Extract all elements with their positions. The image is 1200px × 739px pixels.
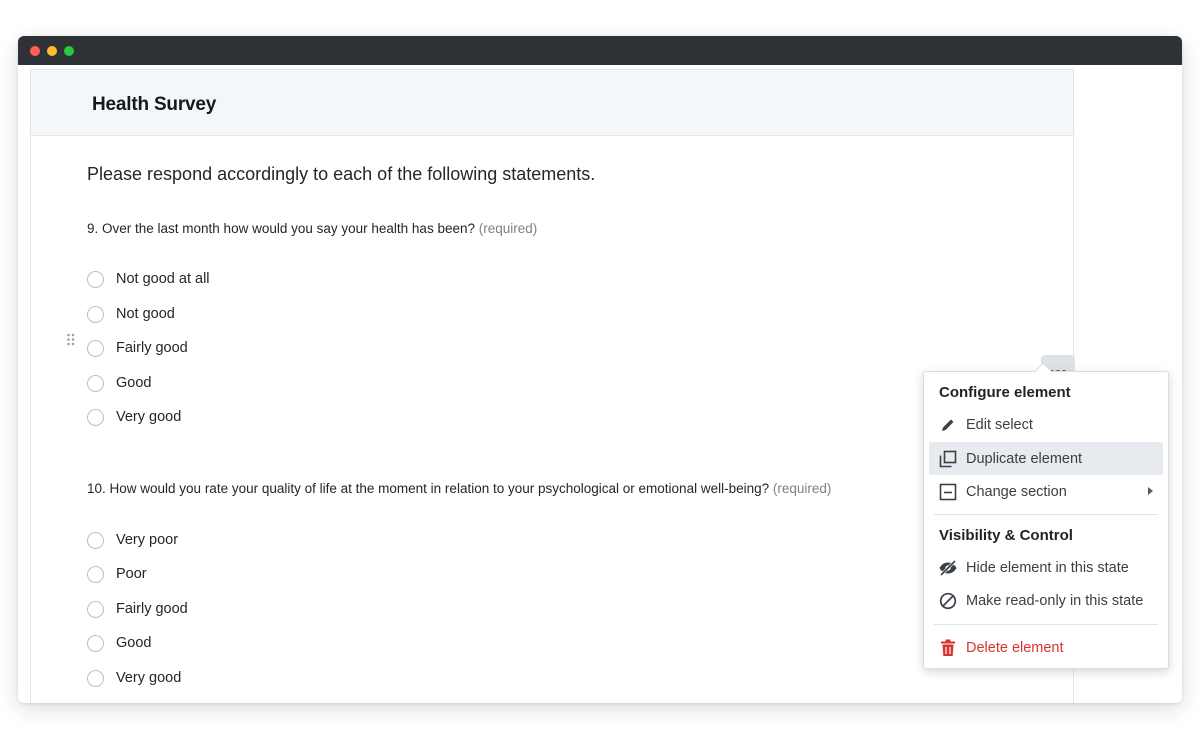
radio-option[interactable]: Fairly good [87,338,188,358]
radio-button[interactable] [87,408,104,426]
drag-handle-icon[interactable] [66,332,76,350]
option-label: Good [116,375,152,391]
menu-item-label: Change section [966,483,1067,500]
form-header: Health Survey [31,70,1073,136]
pencil-icon [938,415,958,435]
radio-option[interactable]: Not good [87,304,175,324]
section-icon [938,482,958,502]
option-label: Very good [116,670,182,686]
radio-button[interactable] [87,634,104,652]
required-indicator: (required) [772,481,832,496]
option-label: Fairly good [116,601,188,617]
radio-button[interactable] [87,270,104,288]
radio-button[interactable] [87,305,104,323]
menu-item-hide-element[interactable]: Hide element in this state [929,551,1163,584]
menu-heading-configure: Configure element [939,384,1071,401]
question-text: 10. How would you rate your quality of l… [87,481,770,496]
option-label: Good [116,635,152,651]
chevron-right-icon [1148,487,1153,495]
menu-item-label: Delete element [966,639,1064,656]
option-label: Not good at all [116,271,210,287]
menu-item-label: Hide element in this state [966,559,1129,576]
radio-button[interactable] [87,565,104,583]
eye-off-icon [938,558,958,578]
menu-item-delete-element[interactable]: Delete element [929,631,1163,664]
radio-button[interactable] [87,600,104,618]
menu-item-edit-select[interactable]: Edit select [929,408,1163,441]
minimize-window-button[interactable] [47,46,57,56]
menu-divider [934,514,1158,515]
radio-option[interactable]: Very poor [87,530,178,550]
radio-option[interactable]: Good [87,373,151,393]
radio-option[interactable]: Fairly good [87,599,188,619]
menu-item-label: Duplicate element [966,450,1083,467]
question-10-label: 10. How would you rate your quality of l… [87,481,831,496]
option-label: Poor [116,566,147,582]
radio-option[interactable]: Good [87,633,151,653]
radio-option[interactable]: Poor [87,564,147,584]
menu-item-label: Make read-only in this state [966,592,1144,609]
menu-item-make-read-only[interactable]: Make read-only in this state [929,584,1163,617]
required-indicator: (required) [478,221,538,236]
menu-divider [934,624,1158,625]
close-window-button[interactable] [30,46,40,56]
menu-heading-visibility: Visibility & Control [939,527,1073,544]
radio-button[interactable] [87,339,104,357]
option-label: Not good [116,306,175,322]
question-text: 9. Over the last month how would you say… [87,221,475,236]
question-9-label: 9. Over the last month how would you say… [87,221,537,236]
radio-option[interactable]: Very good [87,407,181,427]
radio-button[interactable] [87,531,104,549]
option-label: Very good [116,409,182,425]
element-context-menu: Configure element Edit select Duplicate … [923,362,1169,669]
radio-button[interactable] [87,374,104,392]
menu-item-label: Edit select [966,416,1033,433]
form-title: Health Survey [92,94,217,115]
form-intro-text: Please respond accordingly to each of th… [87,164,596,184]
menu-item-duplicate-element[interactable]: Duplicate element [929,442,1163,475]
content-area: Health Survey Please respond accordingly… [18,65,1182,703]
trash-icon [938,638,958,658]
radio-option[interactable]: Very good [87,668,181,688]
option-label: Fairly good [116,340,188,356]
block-icon [938,591,958,611]
survey-form: Health Survey Please respond accordingly… [30,69,1075,703]
option-label: Very poor [116,532,179,548]
menu-item-change-section[interactable]: Change section [929,475,1163,508]
app-window: Health Survey Please respond accordingly… [18,36,1182,703]
radio-option[interactable]: Not good at all [87,269,210,289]
maximize-window-button[interactable] [64,46,74,56]
duplicate-icon [938,449,958,469]
radio-button[interactable] [87,669,104,687]
window-titlebar [18,36,1182,65]
